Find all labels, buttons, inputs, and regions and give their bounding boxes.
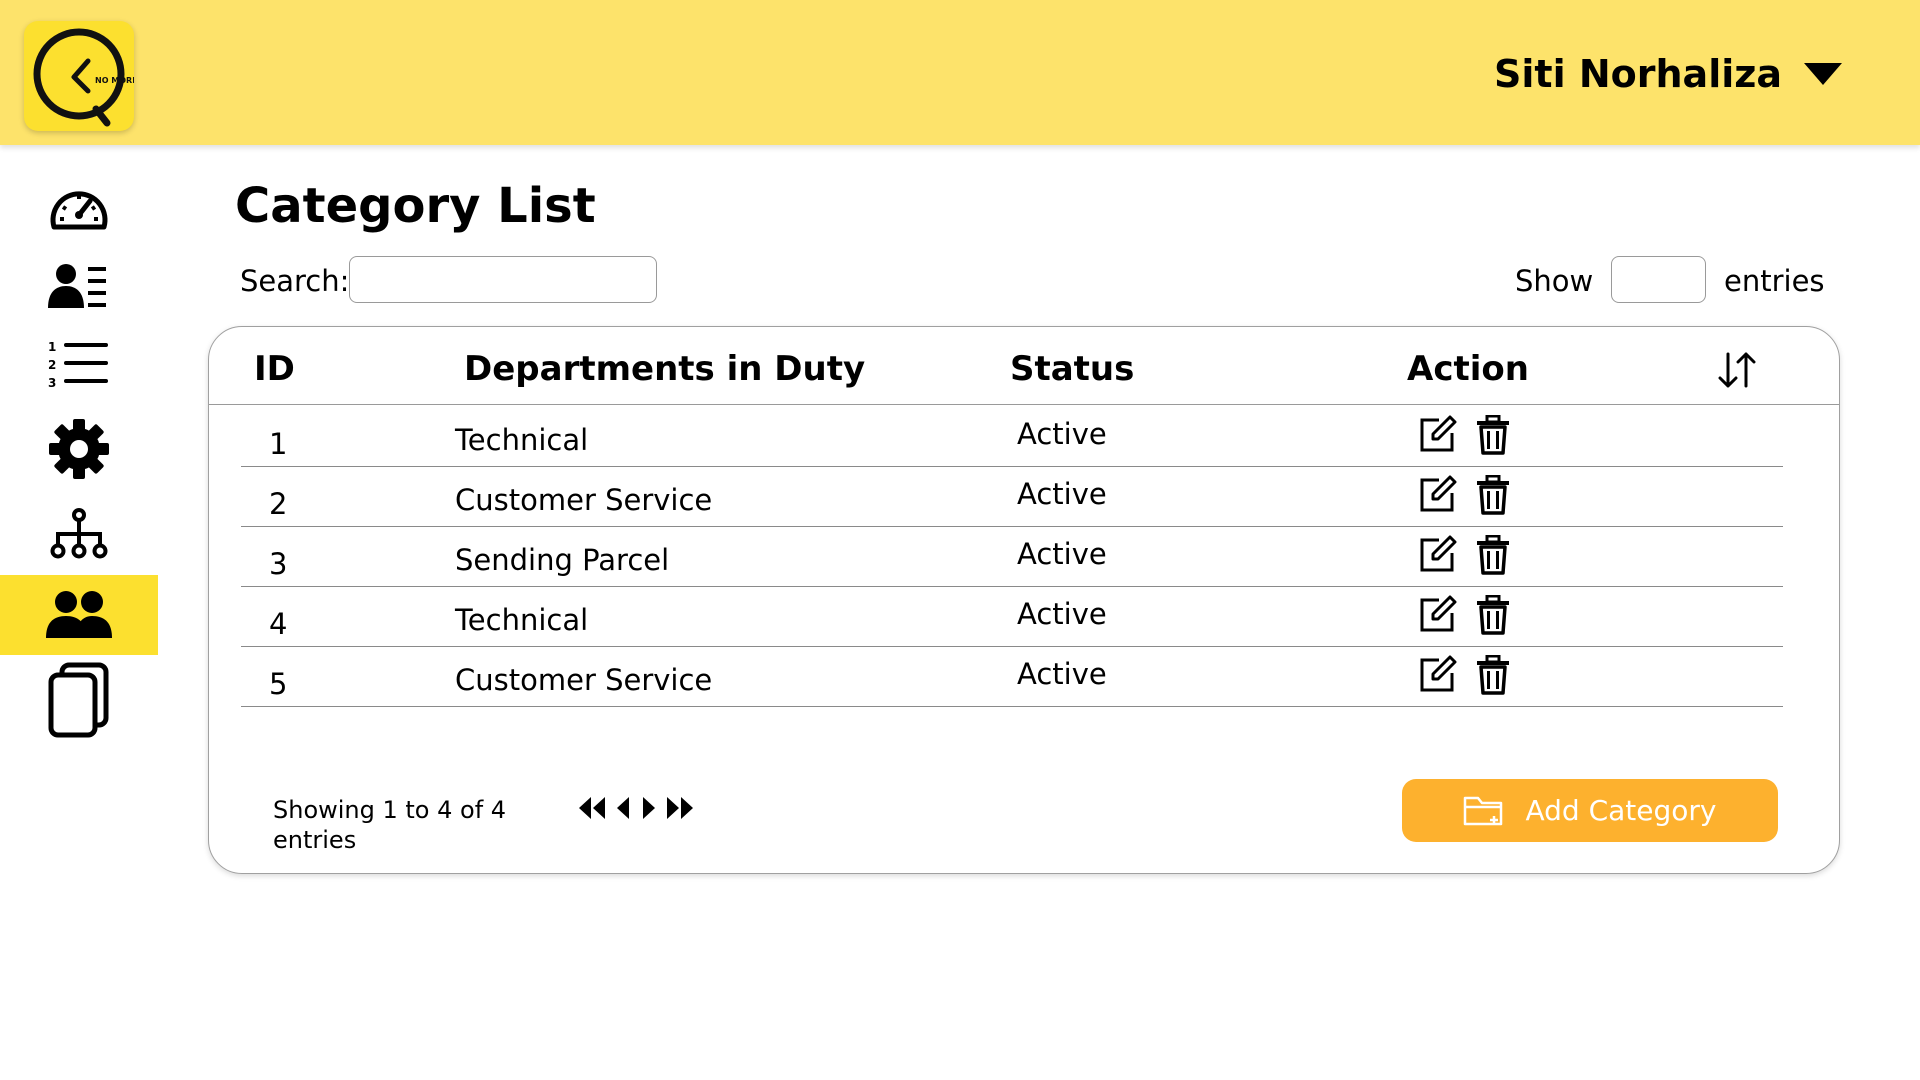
cell-id: 3 (269, 547, 288, 581)
table-row[interactable]: 4 Technical Active (241, 587, 1783, 647)
gear-icon (49, 419, 109, 479)
show-entries-input[interactable] (1611, 256, 1706, 303)
edit-icon[interactable] (1417, 595, 1457, 639)
cell-id: 1 (269, 427, 288, 461)
column-header-department[interactable]: Departments in Duty (464, 349, 865, 389)
users-icon (46, 591, 112, 638)
search-input[interactable] (349, 256, 657, 303)
sort-icon[interactable] (1716, 350, 1758, 394)
edit-icon[interactable] (1417, 655, 1457, 699)
edit-icon[interactable] (1417, 475, 1457, 519)
sidebar-item-settings[interactable] (0, 409, 158, 489)
sidebar-item-organization[interactable] (0, 494, 158, 574)
cell-department: Technical (455, 423, 589, 457)
pagination-summary: Showing 1 to 4 of 4 entries (273, 796, 507, 854)
sidebar-item-users-list[interactable] (0, 246, 158, 326)
header-divider (209, 404, 1839, 405)
add-category-button[interactable]: Add Category (1402, 779, 1778, 842)
clock-logo-icon: NO MORE (33, 28, 134, 127)
top-bar: NO MORE Siti Norhaliza (0, 0, 1920, 145)
speedometer-icon (50, 191, 108, 230)
edit-icon[interactable] (1417, 535, 1457, 579)
logo-text: NO MORE (95, 76, 134, 85)
trash-icon[interactable] (1475, 414, 1511, 459)
column-header-action[interactable]: Action (1407, 349, 1529, 389)
user-list-icon (48, 264, 106, 308)
caret-down-icon[interactable] (1804, 63, 1842, 85)
last-page-icon[interactable] (665, 795, 695, 821)
show-label: Show (1515, 264, 1594, 298)
svg-text:3: 3 (48, 376, 56, 389)
app-logo[interactable]: NO MORE (24, 21, 134, 131)
page-title: Category List (235, 178, 596, 234)
category-table-card: ID Departments in Duty Status Action 1 T… (208, 326, 1840, 874)
cell-id: 5 (269, 667, 288, 701)
cell-status: Active (1017, 477, 1107, 511)
trash-icon[interactable] (1475, 654, 1511, 699)
table-row[interactable]: 3 Sending Parcel Active (241, 527, 1783, 587)
sidebar-item-dashboard[interactable] (0, 169, 158, 249)
sidebar-item-documents[interactable] (0, 660, 158, 740)
user-name: Siti Norhaliza (1494, 52, 1782, 96)
table-row[interactable]: 1 Technical Active (241, 407, 1783, 467)
prev-page-icon[interactable] (613, 795, 633, 821)
cell-status: Active (1017, 537, 1107, 571)
column-header-id[interactable]: ID (254, 349, 295, 389)
cell-department: Customer Service (455, 483, 713, 517)
numbered-list-icon: 1 2 3 (48, 340, 108, 389)
cell-id: 4 (269, 607, 288, 641)
entries-label: entries (1724, 264, 1825, 298)
cell-department: Sending Parcel (455, 543, 670, 577)
cell-status: Active (1017, 597, 1107, 631)
edit-icon[interactable] (1417, 415, 1457, 459)
trash-icon[interactable] (1475, 474, 1511, 519)
table-row[interactable]: 5 Customer Service Active (241, 647, 1783, 707)
pagination-controls (577, 795, 695, 821)
table-row[interactable]: 2 Customer Service Active (241, 467, 1783, 527)
add-category-label: Add Category (1525, 794, 1717, 827)
svg-text:1: 1 (48, 340, 56, 354)
cell-status: Active (1017, 417, 1107, 451)
search-label: Search: (240, 264, 350, 298)
column-header-status[interactable]: Status (1010, 349, 1134, 389)
sidebar-item-list[interactable]: 1 2 3 (0, 324, 158, 404)
cell-status: Active (1017, 657, 1107, 691)
trash-icon[interactable] (1475, 534, 1511, 579)
cell-department: Technical (455, 603, 589, 637)
next-page-icon[interactable] (639, 795, 659, 821)
sidebar-item-group[interactable] (0, 575, 158, 655)
copy-icon (48, 662, 109, 738)
org-chart-icon (50, 508, 108, 559)
folder-add-icon (1464, 796, 1503, 825)
svg-text:2: 2 (48, 358, 56, 372)
trash-icon[interactable] (1475, 594, 1511, 639)
cell-id: 2 (269, 487, 288, 521)
first-page-icon[interactable] (577, 795, 607, 821)
cell-department: Customer Service (455, 663, 713, 697)
user-menu[interactable]: Siti Norhaliza (1494, 52, 1842, 96)
